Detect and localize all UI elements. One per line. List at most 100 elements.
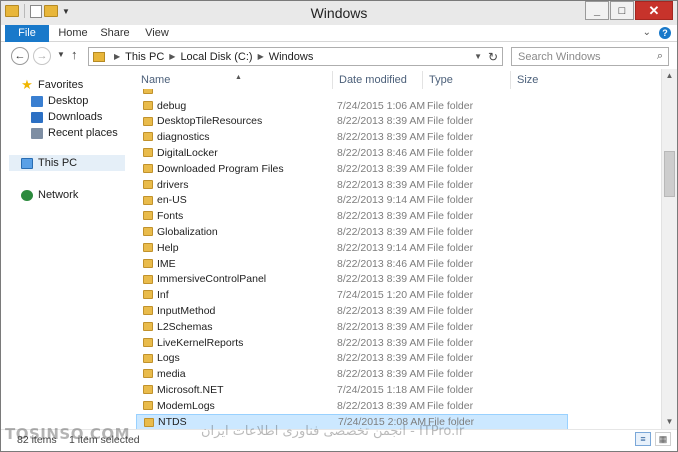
refresh-icon[interactable]: ↻ [488, 50, 498, 64]
file-date: 8/22/2013 8:39 AM [337, 162, 426, 175]
help-icon[interactable]: ? [659, 27, 671, 39]
scroll-down-icon[interactable]: ▼ [662, 415, 677, 429]
search-input[interactable]: Search Windows ⌕ [511, 47, 669, 66]
navigation-pane: ★ Favorites Desktop Downloads Recent pla… [1, 69, 129, 429]
file-type: File folder [427, 147, 474, 160]
file-name: debug [157, 99, 187, 112]
file-type: File folder [427, 273, 474, 286]
scroll-up-icon[interactable]: ▲ [662, 69, 677, 83]
up-button[interactable]: ↑ [71, 47, 78, 62]
table-row[interactable]: DigitalLocker 8/22/2013 8:46 AM File folde… [131, 145, 661, 161]
maximize-button[interactable]: □ [610, 1, 634, 20]
folder-icon [143, 258, 153, 268]
caption-buttons: _ □ ✕ [584, 1, 673, 20]
tab-view[interactable]: View [143, 25, 171, 42]
details-view-icon[interactable]: ≡ [635, 432, 651, 446]
file-date: 8/22/2013 8:46 AM [337, 147, 426, 160]
table-row[interactable]: debug 7/24/2015 1:06 AM File folder [131, 98, 661, 114]
vertical-scrollbar[interactable]: ▲ ▼ [661, 69, 677, 429]
file-name: Microsoft.NET [157, 384, 224, 397]
table-row[interactable]: Microsoft.NET 7/24/2015 1:18 AM File folde… [131, 382, 661, 398]
file-date: 8/22/2013 8:39 AM [337, 320, 426, 333]
folder-icon [144, 417, 154, 427]
file-name: media [157, 368, 186, 381]
table-row[interactable]: Downloaded Program Files 8/22/2013 8:39 A… [131, 161, 661, 177]
chevron-right-icon[interactable]: ▶ [169, 52, 175, 61]
minimize-button[interactable]: _ [585, 1, 609, 20]
table-row[interactable]: diagnostics 8/22/2013 8:39 AM File folder [131, 129, 661, 145]
table-row[interactable]: Globalization 8/22/2013 8:39 AM File folde… [131, 224, 661, 240]
table-row[interactable]: IME 8/22/2013 8:46 AM File folder [131, 256, 661, 272]
nav-this-pc[interactable]: This PC [9, 155, 125, 171]
address-row: ← → ▼ ↑ ▶ This PC ▶ Local Disk (C:) ▶ Wi… [1, 43, 677, 69]
close-button[interactable]: ✕ [635, 1, 673, 20]
nav-network-label: Network [38, 189, 79, 201]
forward-button[interactable]: → [33, 47, 51, 65]
folder-icon [143, 195, 153, 205]
table-row[interactable]: Logs 8/22/2013 8:39 AM File folder [131, 351, 661, 367]
folder-icon [143, 211, 153, 221]
tab-share[interactable]: Share [99, 25, 131, 42]
desktop-icon [31, 95, 43, 107]
search-icon[interactable]: ⌕ [657, 50, 663, 63]
column-header-date[interactable]: Date modified [333, 71, 423, 89]
column-header-type[interactable]: Type [423, 71, 511, 89]
star-icon: ★ [21, 77, 33, 92]
table-row[interactable]: L2Schemas 8/22/2013 8:39 AM File folder [131, 319, 661, 335]
file-type: File folder [427, 289, 474, 302]
file-type: File folder [427, 178, 474, 191]
file-date: 8/22/2013 9:14 AM [337, 241, 426, 254]
nav-item-desktop[interactable]: Desktop [31, 93, 88, 109]
scroll-thumb[interactable] [664, 151, 675, 197]
file-type: File folder [427, 241, 474, 254]
back-button[interactable]: ← [11, 47, 29, 65]
chevron-right-icon[interactable]: ▶ [258, 52, 264, 61]
file-name: NTDS [158, 415, 187, 428]
table-row[interactable]: ImmersiveControlPanel 8/22/2013 8:39 AM Fi… [131, 272, 661, 288]
table-row[interactable]: drivers 8/22/2013 8:39 AM File folder [131, 177, 661, 193]
address-dropdown-icon[interactable]: ▼ [474, 52, 482, 61]
address-bar[interactable]: ▶ This PC ▶ Local Disk (C:) ▶ Windows ▼ … [88, 47, 503, 66]
file-type: File folder [427, 115, 474, 128]
nav-this-pc-label: This PC [38, 157, 78, 169]
file-date: 7/24/2015 1:20 AM [337, 289, 426, 302]
folder-icon [143, 353, 153, 363]
table-row[interactable]: media 8/22/2013 8:39 AM File folder [131, 366, 661, 382]
nav-favorites[interactable]: ★ Favorites [21, 77, 83, 93]
nav-network[interactable]: Network [21, 187, 78, 203]
tab-file[interactable]: File [5, 25, 49, 42]
table-row[interactable]: Help 8/22/2013 9:14 AM File folder [131, 240, 661, 256]
folder-icon [143, 385, 153, 395]
nav-item-downloads[interactable]: Downloads [31, 109, 102, 125]
nav-item-recent-places[interactable]: Recent places [31, 125, 118, 141]
folder-icon [143, 369, 153, 379]
file-type: File folder [427, 194, 474, 207]
file-type: File folder [427, 384, 474, 397]
chevron-right-icon[interactable]: ▶ [114, 52, 120, 61]
recent-locations-dropdown-icon[interactable]: ▼ [57, 50, 65, 59]
file-name: drivers [157, 178, 189, 191]
file-name: DesktopTileResources [157, 115, 263, 128]
table-row[interactable]: Inf 7/24/2015 1:20 AM File folder [131, 287, 661, 303]
table-row[interactable]: LiveKernelReports 8/22/2013 8:39 AM File f… [131, 335, 661, 351]
table-row[interactable]: Fonts 8/22/2013 8:39 AM File folder [131, 208, 661, 224]
tab-home[interactable]: Home [57, 25, 89, 42]
table-row[interactable]: en-US 8/22/2013 9:14 AM File folder [131, 193, 661, 209]
column-header-size[interactable]: Size [511, 71, 571, 89]
file-name: InputMethod [157, 305, 216, 318]
expand-ribbon-icon[interactable]: ⌄ [643, 27, 651, 39]
folder-icon [143, 100, 153, 110]
folder-icon [143, 179, 153, 189]
folder-icon [143, 290, 153, 300]
recent-places-icon [31, 127, 43, 139]
breadcrumb-this-pc[interactable]: This PC [125, 51, 164, 63]
table-row[interactable]: ModemLogs 8/22/2013 8:39 AM File folder [131, 398, 661, 414]
title-bar: ▼ Windows _ □ ✕ [1, 1, 677, 25]
breadcrumb-local-disk[interactable]: Local Disk (C:) [180, 51, 252, 63]
table-row[interactable]: InputMethod 8/22/2013 8:39 AM File folder [131, 303, 661, 319]
column-header-name[interactable]: ▲ Name [135, 71, 333, 89]
breadcrumb-windows[interactable]: Windows [269, 51, 314, 63]
large-icons-view-icon[interactable]: ▦ [655, 432, 671, 446]
table-row[interactable]: DesktopTileResources 8/22/2013 8:39 AM Fil… [131, 114, 661, 130]
file-name: Downloaded Program Files [157, 162, 284, 175]
